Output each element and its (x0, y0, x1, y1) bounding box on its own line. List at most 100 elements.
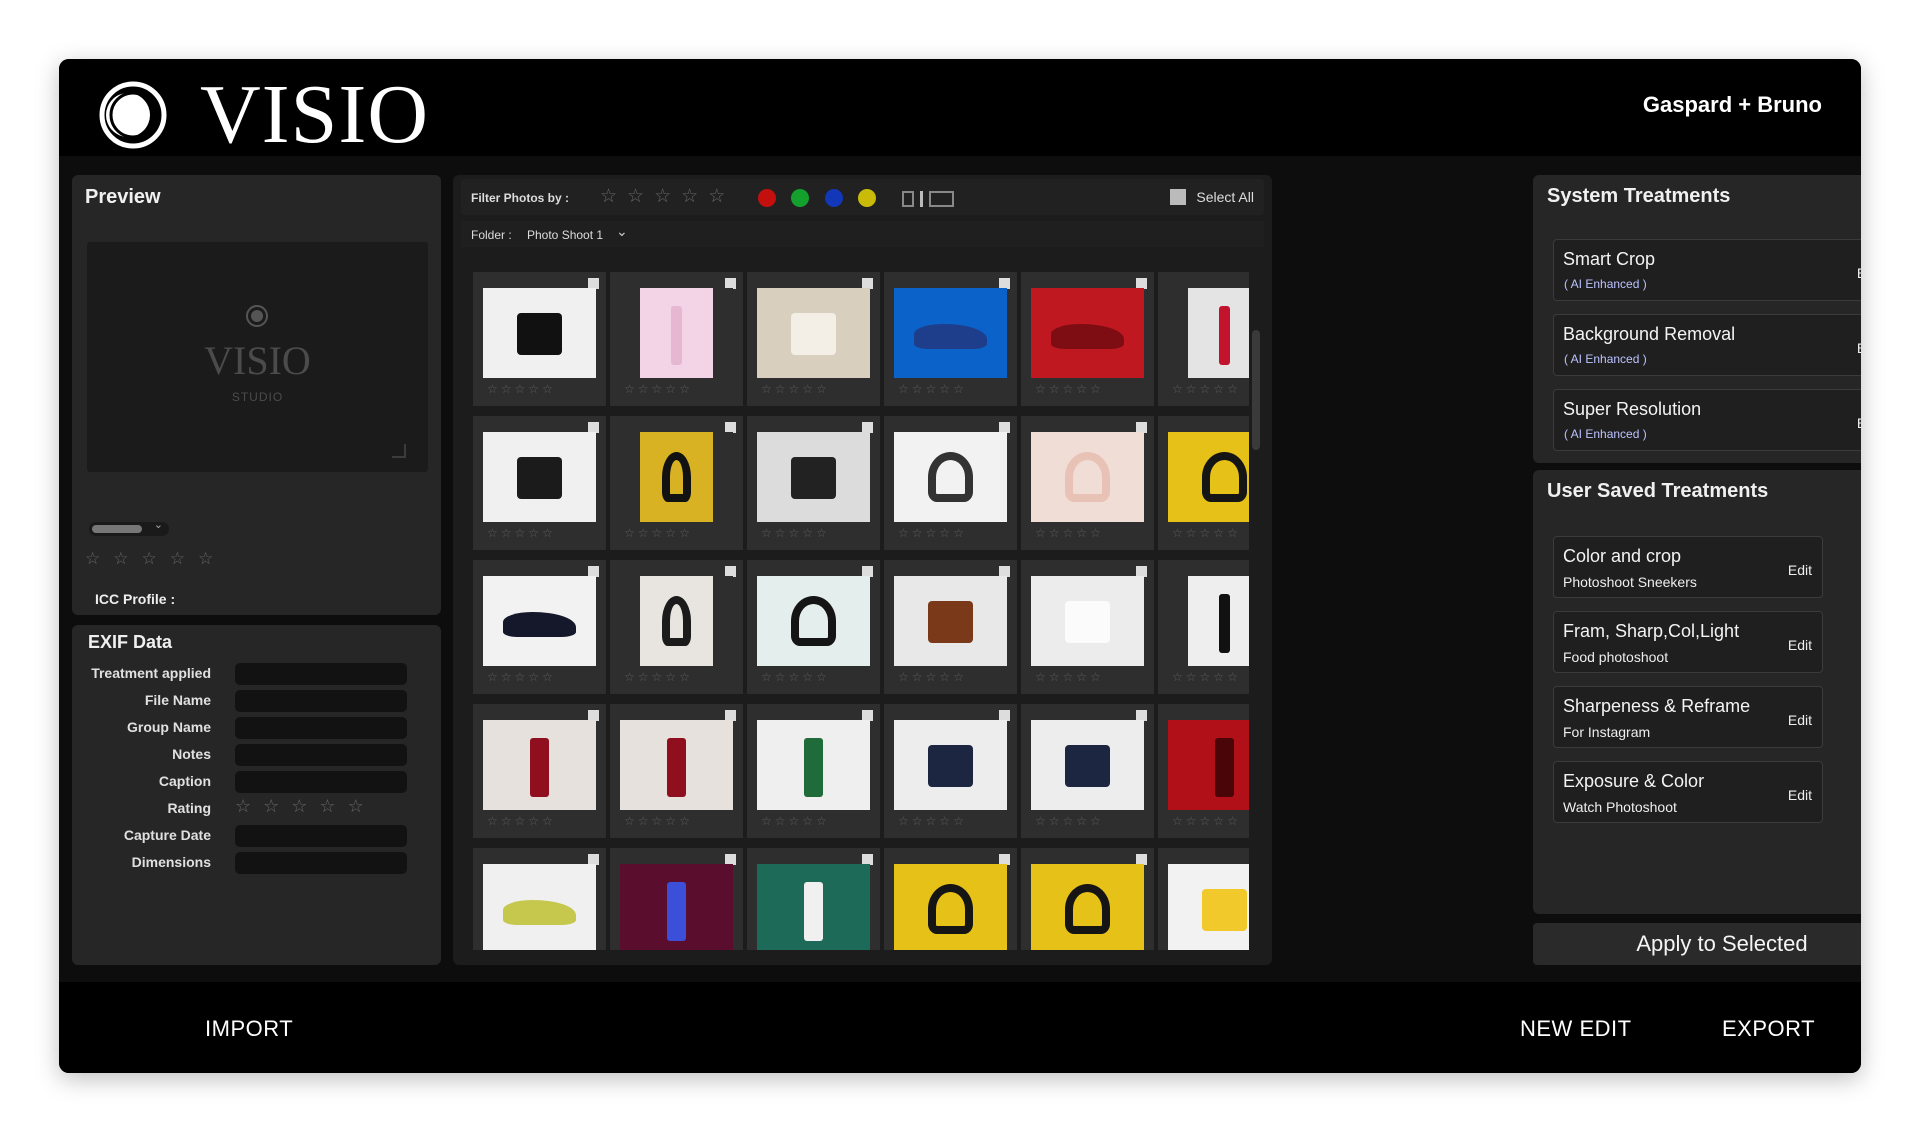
star-icon[interactable]: ☆ (624, 382, 635, 396)
photo-rating[interactable]: ☆ ☆ ☆ ☆ ☆ (624, 382, 690, 396)
photo-rating[interactable]: ☆ ☆ ☆ ☆ ☆ (624, 670, 690, 684)
photo-thumbnail[interactable] (1031, 576, 1144, 666)
photo-tile[interactable]: ☆☆☆☆☆ (884, 272, 1017, 406)
photo-tile[interactable]: ☆☆☆☆☆ (610, 848, 743, 950)
photo-tile[interactable]: ☆☆☆☆☆ (747, 416, 880, 550)
star-icon[interactable]: ☆ (600, 185, 617, 208)
star-icon[interactable]: ☆ (926, 814, 937, 828)
star-icon[interactable]: ☆ (113, 549, 128, 569)
star-icon[interactable]: ☆ (802, 526, 813, 540)
photo-thumbnail[interactable] (620, 864, 733, 950)
star-icon[interactable]: ☆ (638, 382, 649, 396)
photo-tile[interactable]: ☆☆☆☆☆ (747, 704, 880, 838)
expand-icon[interactable] (392, 444, 406, 458)
star-icon[interactable]: ☆ (654, 185, 671, 208)
star-icon[interactable]: ☆ (775, 382, 786, 396)
star-icon[interactable]: ☆ (1186, 526, 1197, 540)
star-icon[interactable]: ☆ (802, 670, 813, 684)
star-icon[interactable]: ☆ (348, 796, 364, 817)
photo-thumbnail[interactable] (483, 720, 596, 810)
exif-field[interactable] (235, 717, 407, 739)
grid-scrollbar[interactable] (1249, 275, 1263, 947)
photo-tile[interactable]: ☆☆☆☆☆ (884, 416, 1017, 550)
system-treatment-card[interactable]: Background Removal ( AI Enhanced ) Edit (1553, 314, 1861, 376)
star-icon[interactable]: ☆ (1213, 814, 1224, 828)
user-treatment-card[interactable]: Fram, Sharp,Col,Light Food photoshoot Edit (1553, 611, 1823, 673)
photo-thumbnail[interactable] (620, 576, 733, 666)
photo-rating[interactable]: ☆ ☆ ☆ ☆ ☆ (761, 526, 827, 540)
photo-thumbnail[interactable] (894, 720, 1007, 810)
star-icon[interactable]: ☆ (761, 526, 772, 540)
star-icon[interactable]: ☆ (679, 670, 690, 684)
star-icon[interactable]: ☆ (953, 814, 964, 828)
star-icon[interactable]: ☆ (515, 814, 526, 828)
photo-rating[interactable]: ☆ ☆ ☆ ☆ ☆ (487, 814, 553, 828)
edit-button[interactable]: Edit (1788, 562, 1812, 578)
star-icon[interactable]: ☆ (775, 526, 786, 540)
star-icon[interactable]: ☆ (1213, 526, 1224, 540)
star-icon[interactable]: ☆ (1049, 670, 1060, 684)
star-icon[interactable]: ☆ (912, 814, 923, 828)
star-icon[interactable]: ☆ (319, 796, 335, 817)
star-icon[interactable]: ☆ (1063, 526, 1074, 540)
star-icon[interactable]: ☆ (624, 526, 635, 540)
photo-thumbnail[interactable] (1168, 432, 1249, 522)
chevron-down-icon[interactable]: ⌄ (616, 223, 628, 240)
photo-thumbnail[interactable] (757, 576, 870, 666)
star-icon[interactable]: ☆ (627, 185, 644, 208)
photo-rating[interactable]: ☆ ☆ ☆ ☆ ☆ (1035, 814, 1101, 828)
star-icon[interactable]: ☆ (1035, 382, 1046, 396)
star-icon[interactable]: ☆ (679, 382, 690, 396)
star-icon[interactable]: ☆ (939, 814, 950, 828)
edit-button[interactable]: Edit (1857, 340, 1861, 356)
star-icon[interactable]: ☆ (501, 670, 512, 684)
photo-rating[interactable]: ☆ ☆ ☆ ☆ ☆ (898, 526, 964, 540)
star-icon[interactable]: ☆ (665, 670, 676, 684)
star-icon[interactable]: ☆ (1227, 526, 1238, 540)
photo-tile[interactable]: ☆☆☆☆☆ (1158, 560, 1249, 694)
star-icon[interactable]: ☆ (939, 670, 950, 684)
edit-button[interactable]: Edit (1788, 787, 1812, 803)
star-icon[interactable]: ☆ (1076, 814, 1087, 828)
photo-rating[interactable]: ☆ ☆ ☆ ☆ ☆ (1172, 526, 1238, 540)
star-icon[interactable]: ☆ (487, 526, 498, 540)
photo-thumbnail[interactable] (894, 864, 1007, 950)
select-all[interactable]: Select All (1170, 189, 1254, 205)
star-icon[interactable]: ☆ (1090, 382, 1101, 396)
star-icon[interactable]: ☆ (501, 526, 512, 540)
photo-rating[interactable]: ☆ ☆ ☆ ☆ ☆ (898, 382, 964, 396)
star-icon[interactable]: ☆ (939, 526, 950, 540)
star-icon[interactable]: ☆ (816, 382, 827, 396)
star-icon[interactable]: ☆ (528, 526, 539, 540)
star-icon[interactable]: ☆ (1186, 670, 1197, 684)
photo-thumbnail[interactable] (1168, 720, 1249, 810)
star-icon[interactable]: ☆ (1200, 382, 1211, 396)
star-icon[interactable]: ☆ (953, 382, 964, 396)
photo-tile[interactable]: ☆☆☆☆☆ (1021, 272, 1154, 406)
photo-thumbnail[interactable] (1168, 288, 1249, 378)
star-icon[interactable]: ☆ (926, 526, 937, 540)
photo-thumbnail[interactable] (483, 432, 596, 522)
star-icon[interactable]: ☆ (708, 185, 725, 208)
star-icon[interactable]: ☆ (898, 670, 909, 684)
photo-thumbnail[interactable] (1168, 576, 1249, 666)
star-icon[interactable]: ☆ (1200, 814, 1211, 828)
star-icon[interactable]: ☆ (953, 526, 964, 540)
photo-tile[interactable]: ☆☆☆☆☆ (1158, 704, 1249, 838)
photo-rating[interactable]: ☆ ☆ ☆ ☆ ☆ (761, 670, 827, 684)
preview-zoom-dropdown[interactable]: ⌄ (89, 519, 169, 536)
photo-tile[interactable]: ☆☆☆☆☆ (610, 272, 743, 406)
star-icon[interactable]: ☆ (1090, 526, 1101, 540)
star-icon[interactable]: ☆ (761, 670, 772, 684)
edit-button[interactable]: Edit (1857, 265, 1861, 281)
photo-tile[interactable]: ☆☆☆☆☆ (884, 848, 1017, 950)
star-icon[interactable]: ☆ (1035, 670, 1046, 684)
photo-tile[interactable]: ☆☆☆☆☆ (1021, 416, 1154, 550)
photo-thumbnail[interactable] (483, 576, 596, 666)
star-icon[interactable]: ☆ (1063, 670, 1074, 684)
photo-thumbnail[interactable] (757, 432, 870, 522)
star-icon[interactable]: ☆ (515, 670, 526, 684)
edit-button[interactable]: Edit (1857, 415, 1861, 431)
star-icon[interactable]: ☆ (1076, 526, 1087, 540)
star-icon[interactable]: ☆ (1035, 526, 1046, 540)
